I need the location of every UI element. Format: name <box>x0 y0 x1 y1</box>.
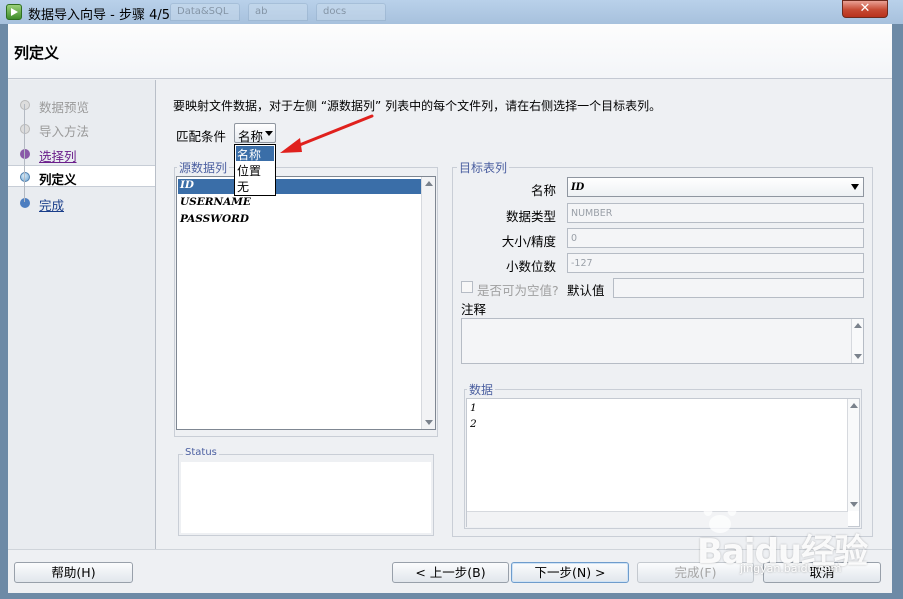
scroll-up-icon[interactable] <box>850 403 858 408</box>
close-button[interactable]: ✕ <box>842 0 888 18</box>
source-columns-list[interactable]: ID USERNAME PASSWORD <box>176 176 436 430</box>
comment-label: 注释 <box>461 302 487 317</box>
data-type-label: 数据类型 <box>505 209 556 224</box>
data-preview-list[interactable]: 1 2 <box>466 398 860 527</box>
scrollbar[interactable] <box>421 177 435 429</box>
default-label: 默认值 <box>567 283 605 298</box>
dropdown-option[interactable]: 无 <box>236 178 274 194</box>
scroll-up-icon[interactable] <box>854 323 862 328</box>
scroll-down-icon[interactable] <box>854 354 862 359</box>
status-area <box>181 462 431 533</box>
next-button[interactable]: 下一步(N) > <box>511 562 629 583</box>
scroll-down-icon[interactable] <box>425 420 433 425</box>
scrollbar[interactable] <box>847 399 859 511</box>
list-item[interactable]: PASSWORD <box>178 213 421 228</box>
target-name-select[interactable]: ID <box>567 177 864 197</box>
background-tab: docs <box>316 3 386 21</box>
scroll-up-icon[interactable] <box>425 181 433 186</box>
group-title: 数据 <box>467 381 496 398</box>
step-visited-icon <box>20 149 30 159</box>
dropdown-option[interactable]: 位置 <box>236 162 274 178</box>
scrollbar[interactable] <box>851 319 863 363</box>
step-select-columns[interactable]: 选择列 <box>8 143 155 165</box>
name-label: 名称 <box>530 183 556 198</box>
step-label[interactable]: 选择列 <box>39 146 77 165</box>
group-title: 源数据列 <box>177 159 230 176</box>
match-condition-dropdown[interactable]: 名称 位置 无 <box>234 144 276 196</box>
data-type-field[interactable]: NUMBER <box>567 203 864 223</box>
step-label: 列定义 <box>39 172 77 187</box>
nullable-label: 是否可为空值? <box>477 283 559 298</box>
list-item: 1 <box>470 402 477 414</box>
size-precision-label: 大小/精度 <box>501 234 556 249</box>
status-group: Status <box>178 447 434 536</box>
step-link-icon <box>20 198 30 208</box>
watermark-url: jingyan.baidu.com <box>740 562 842 575</box>
group-title: Status <box>183 447 219 458</box>
list-item[interactable]: ID <box>178 179 421 194</box>
window-title: 数据导入向导 - 步骤 4/5 <box>28 8 171 23</box>
group-title: 目标表列 <box>457 159 510 176</box>
page-title: 列定义 <box>14 44 60 62</box>
scale-label: 小数位数 <box>505 259 556 274</box>
dialog-header <box>8 24 892 79</box>
scale-field[interactable]: -127 <box>567 253 864 273</box>
step-import-method: 导入方法 <box>8 118 155 140</box>
background-tab: Data&SQL <box>170 3 240 21</box>
step-label: 数据预览 <box>39 100 90 115</box>
size-precision-field[interactable]: 0 <box>567 228 864 248</box>
list-item[interactable]: USERNAME <box>178 196 421 211</box>
window-titlebar[interactable]: 数据导入向导 - 步骤 4/5 Data&SQL ab docs ✕ <box>0 0 903 24</box>
chevron-down-icon[interactable] <box>851 184 859 190</box>
background-tab: ab <box>248 3 308 21</box>
step-finish[interactable]: 完成 <box>8 192 155 214</box>
scroll-down-icon[interactable] <box>850 502 858 507</box>
background-tabs: Data&SQL ab docs <box>170 3 390 21</box>
dropdown-option[interactable]: 名称 <box>236 146 274 162</box>
comment-textarea[interactable] <box>461 318 864 364</box>
step-label[interactable]: 完成 <box>39 195 64 214</box>
annotation-arrow-icon <box>280 114 374 153</box>
steps-connector-line <box>24 104 25 202</box>
match-condition-label: 匹配条件 <box>176 129 227 144</box>
step-data-preview: 数据预览 <box>8 94 155 116</box>
app-icon <box>6 4 22 20</box>
help-button[interactable]: 帮助(H) <box>14 562 133 583</box>
back-button[interactable]: < 上一步(B) <box>392 562 509 583</box>
step-done-icon <box>20 124 30 134</box>
instruction-text: 要映射文件数据，对于左侧 “源数据列” 列表中的每个文件列，请在右侧选择一个目标… <box>173 99 662 113</box>
chevron-down-icon[interactable] <box>265 131 273 136</box>
nullable-checkbox[interactable] <box>461 281 473 293</box>
step-done-icon <box>20 100 30 110</box>
list-item: 2 <box>470 418 477 430</box>
step-column-definition[interactable]: 列定义 <box>8 165 155 187</box>
step-current-icon <box>20 172 30 182</box>
step-label: 导入方法 <box>39 124 90 139</box>
default-value-field[interactable] <box>613 278 864 298</box>
baidu-paw-logo-icon <box>703 499 737 533</box>
wizard-steps-nav: 数据预览 导入方法 选择列 列定义 完成 <box>8 80 156 549</box>
